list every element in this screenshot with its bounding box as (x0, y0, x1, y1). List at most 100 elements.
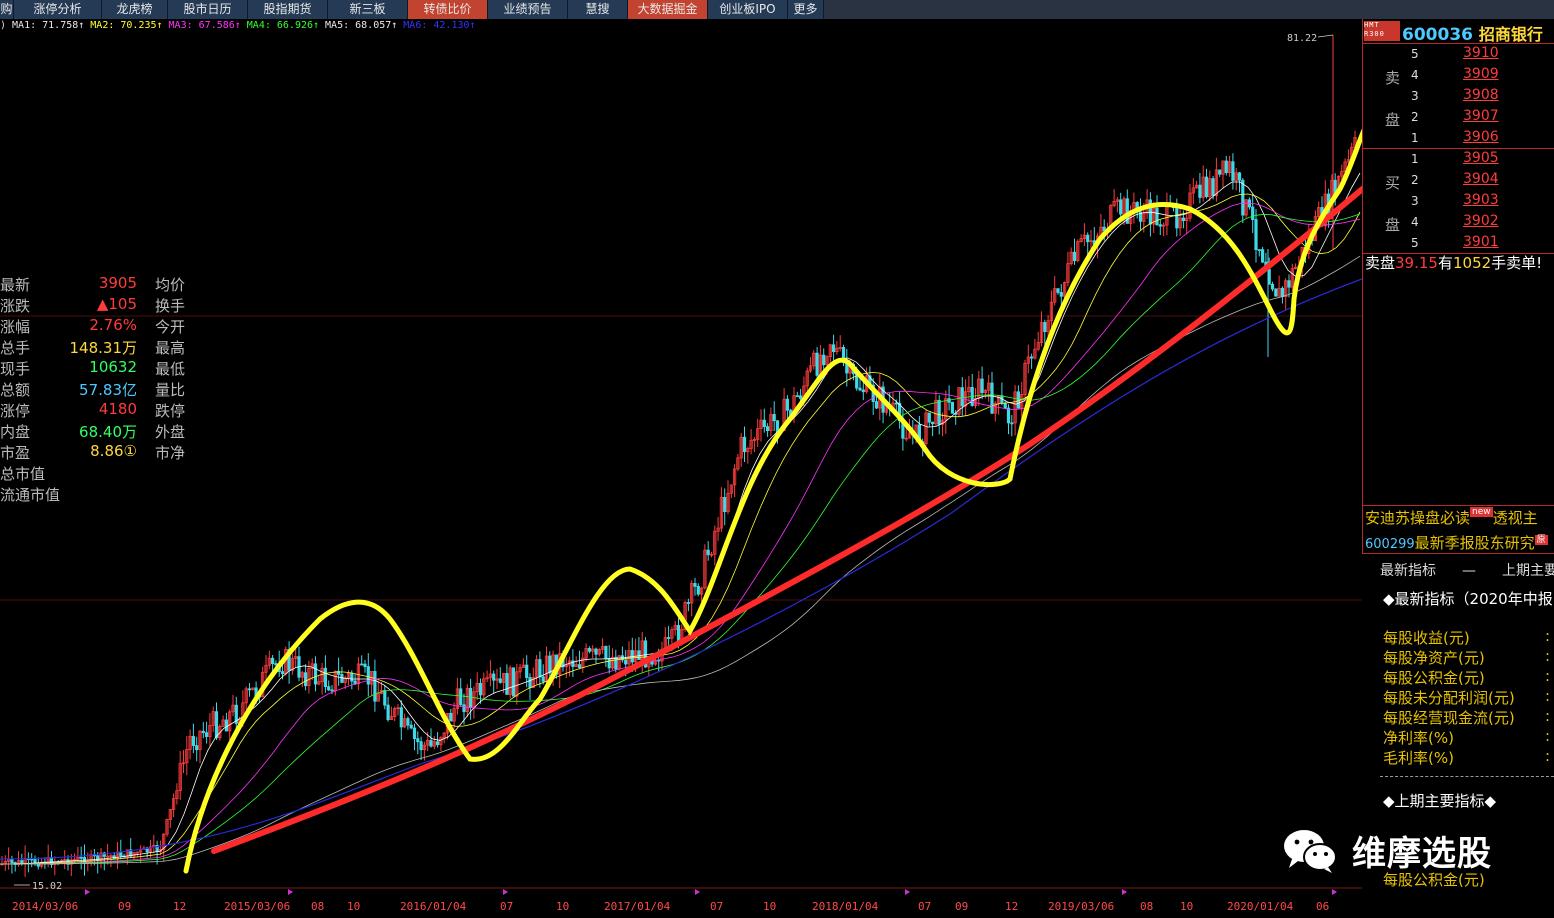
x-tick-label: 2016/01/04 (400, 900, 467, 913)
candle-body (538, 659, 542, 678)
level-index: 3 (1411, 194, 1419, 208)
fin-colon: : (1545, 647, 1551, 665)
candle-body (1254, 219, 1258, 251)
candle-body (1198, 184, 1202, 198)
fin-header-c[interactable]: 上期主要 (1502, 563, 1554, 579)
level-price: 3907 (1463, 108, 1499, 124)
ma4-line (0, 213, 1361, 865)
candle-body (323, 667, 328, 688)
level-index: 1 (1411, 152, 1419, 166)
x-tick-label: 2019/03/06 (1048, 900, 1115, 913)
candle-body (1257, 249, 1261, 252)
quote-row: 市盈 8.86① 市净 (0, 442, 189, 463)
candle-body (505, 673, 509, 695)
notice-price: 39.15 (1395, 254, 1438, 272)
candle-body (604, 646, 608, 659)
buy-level-row[interactable]: 3 3903 (1363, 190, 1554, 211)
candle-body (766, 426, 770, 431)
trend-line-annotation (211, 185, 1362, 854)
tab-7[interactable]: 业绩预告 (488, 0, 568, 19)
fin-colon: : (1545, 687, 1551, 705)
divider (1362, 505, 1554, 506)
x-tick-label: 08 (1140, 900, 1154, 913)
sell-level-row[interactable]: 3 3908 (1363, 85, 1554, 106)
candle-body (624, 659, 628, 665)
fin-item: 每股经营现金流(元) (1383, 709, 1515, 727)
period-marker (85, 889, 90, 895)
x-tick-label: 10 (1180, 900, 1194, 913)
candle-body (858, 387, 862, 391)
tab-10[interactable]: 创业板IPO (708, 0, 788, 19)
news-title[interactable]: 操盘必读 (1410, 509, 1470, 527)
divider (1363, 43, 1554, 44)
tab-0[interactable]: 购 (0, 0, 14, 19)
quote-label-right: 换手 (155, 297, 186, 315)
quote-row: 涨幅 2.76% 今开 (0, 316, 189, 337)
quote-label: 涨跌 (0, 297, 31, 315)
quote-label: 内盘 (0, 423, 31, 441)
tab-9[interactable]: 大数据掘金 (628, 0, 708, 19)
tab-3[interactable]: 股市日历 (168, 0, 248, 19)
candle-body (980, 378, 984, 393)
x-tick-label: 2018/01/04 (812, 900, 879, 913)
candle-body (492, 673, 496, 681)
candle-body (429, 740, 433, 747)
candle-body (1155, 207, 1159, 226)
news-stock[interactable]: 安迪苏 (1365, 509, 1410, 527)
quote-row: 总手 148.31万 最高 (0, 337, 189, 358)
x-tick-label: 07 (710, 900, 724, 913)
buy-level-row[interactable]: 1 3905 (1363, 148, 1554, 169)
kline-chart[interactable]: 81.22 15.02 (0, 19, 1362, 898)
stock-header: HMT R300 600036 招商银行 (1362, 21, 1554, 45)
tab-5[interactable]: 新三板 (328, 0, 408, 19)
candle-body (723, 496, 727, 513)
level-index: 1 (1411, 131, 1419, 145)
sell-side-char2: 盘 (1385, 111, 1401, 129)
candle-body (449, 712, 453, 722)
level-price: 3905 (1463, 150, 1499, 166)
tab-1[interactable]: 涨停分析 (14, 0, 102, 19)
x-tick-label: 07 (918, 900, 932, 913)
quote-label: 最新 (0, 276, 31, 294)
candle-body (214, 711, 219, 739)
notice-qty: 1052 (1452, 254, 1492, 272)
candle-body (637, 650, 641, 661)
tab-8[interactable]: 慧搜 (568, 0, 628, 19)
news-title-2[interactable]: 透视主 (1493, 509, 1538, 527)
tab-2[interactable]: 龙虎榜 (102, 0, 168, 19)
sell-level-row[interactable]: 1 3906 (1363, 127, 1554, 148)
candle-body (1043, 322, 1047, 333)
quote-value: 10632 (89, 358, 137, 376)
period-marker (695, 889, 700, 895)
tab-11[interactable]: 更多 (788, 0, 824, 19)
news-row[interactable]: 600299最新季报股东研究原 (1365, 532, 1554, 554)
x-tick-label: 07 (500, 900, 514, 913)
x-tick-label: 09 (118, 900, 132, 913)
stock-title: 600036 招商银行 (1402, 21, 1543, 45)
candle-body (762, 419, 766, 428)
news-title[interactable]: 最新季报股东研究 (1415, 534, 1535, 552)
x-tick-label: 10 (347, 900, 361, 913)
candle-body (1006, 407, 1011, 424)
candle-body (607, 658, 611, 669)
candle-body (303, 672, 308, 687)
candle-body (1270, 283, 1275, 290)
stock-code: 600036 (1402, 25, 1473, 45)
candle-body (1175, 207, 1179, 229)
candle-body (330, 689, 334, 692)
tab-6[interactable]: 转债比价 (408, 0, 488, 19)
fin-header-a[interactable]: 最新指标 (1380, 563, 1436, 579)
quote-value: 68.40万 (79, 423, 137, 441)
divider (1363, 148, 1554, 149)
sell-level-row[interactable]: 5 3910 (1363, 43, 1554, 64)
candle-body (1059, 292, 1063, 297)
candle-body (1287, 280, 1291, 288)
period-marker (503, 889, 508, 895)
tab-4[interactable]: 股指期货 (248, 0, 328, 19)
buy-level-row[interactable]: 5 3901 (1363, 232, 1554, 253)
news-row[interactable]: 安迪苏操盘必读 new 透视主 (1365, 507, 1554, 529)
quote-row: 流通市值 (0, 484, 189, 505)
news-stock[interactable]: 600299 (1365, 537, 1415, 552)
candle-body (280, 671, 285, 675)
candle-body (195, 745, 199, 751)
